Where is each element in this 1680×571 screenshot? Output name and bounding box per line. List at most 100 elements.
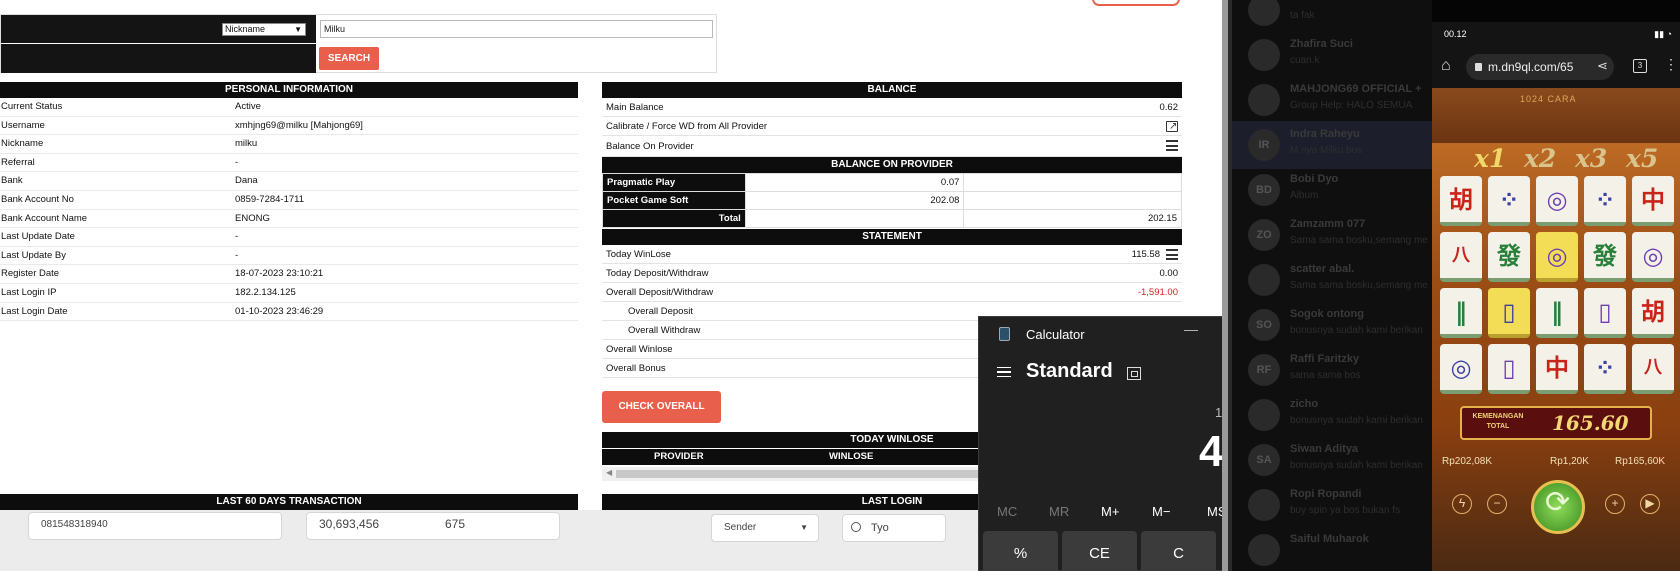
chat-list-item[interactable]: ta fak [1232,0,1432,34]
phone-screen: 00.12 ▮▮ ◔ ⌂ m.dn9ql.com/65 ⋖ 3 ⋮ 1024 C… [1432,0,1680,571]
chat-name: Indra Raheyu [1290,128,1360,140]
chat-list-item[interactable]: RF Raffi Faritzky sama sama bos [1232,346,1432,394]
memory-subtract-button[interactable]: M− [1152,504,1170,519]
tile-red-hu-icon: 胡 [1632,288,1674,338]
statement-title: STATEMENT [602,229,1182,245]
tile-circles-icon: ⁘ [1584,176,1626,226]
today-winlose-row: Today WinLose 115.58 [602,245,1182,264]
avatar: IR [1248,129,1280,161]
search-field-select[interactable]: Nickname ▼ [222,23,306,36]
minimize-icon[interactable]: — [1184,321,1198,337]
info-value: Dana [235,175,258,187]
chat-list-item[interactable]: SO Sogok ontong bonusnya sudah kami berika… [1232,301,1432,349]
chat-last-message: ta fak [1290,10,1315,21]
chat-name: Sogok ontong [1290,308,1364,320]
search-button[interactable]: SEARCH [319,47,379,70]
info-row: Bank Account Name ENONG [0,210,578,229]
tile-bamboo-icon: ‖ [1440,288,1482,338]
turbo-icon[interactable]: ϟ [1452,494,1472,514]
chat-list-item[interactable]: zicho bonusnya sudah kami berikan [1232,391,1432,439]
chat-list-item[interactable]: SA Siwan Aditya bonusnya sudah kami berika… [1232,436,1432,484]
chevron-down-icon: ▼ [294,25,302,34]
spin-button[interactable] [1531,480,1585,534]
info-row: Username xmhjng69@milku [Mahjong69] [0,117,578,136]
external-link-icon[interactable] [1166,117,1178,136]
info-value: xmhjng69@milku [Mahjong69] [235,119,363,131]
chat-last-message: bonusnya sudah kami berikan [1290,460,1423,471]
chat-list-item[interactable]: BD Bobi Dyo Album [1232,166,1432,214]
multiplier-x3: x3 [1575,144,1608,173]
list-icon[interactable] [1166,249,1178,260]
home-icon[interactable]: ⌂ [1441,57,1451,75]
plus-bet-button[interactable]: + [1605,494,1625,514]
background-search-input[interactable]: Tyo [842,514,946,542]
chat-list-item[interactable]: Saiful Muharok [1232,526,1432,571]
chat-name: Ropi Ropandi [1290,488,1362,500]
tabs-count-button[interactable]: 3 [1633,59,1647,73]
browser-url-bar[interactable]: m.dn9ql.com/65 [1466,54,1614,80]
info-label: Bank Account No [1,193,74,205]
autoplay-icon[interactable]: ▶ [1640,494,1660,514]
chevron-left-icon[interactable]: ◀ [606,468,612,477]
info-row: Last Login IP 182.2.134.125 [0,284,578,303]
overall-deposit-label: Overall Deposit [628,306,693,317]
minus-bet-button[interactable]: − [1487,494,1507,514]
calculator-icon [999,327,1010,341]
check-overall-button[interactable]: CHECK OVERALL [602,391,721,423]
chat-last-message: Group Help: HALO SEMUA [1290,100,1413,111]
chat-name: zicho [1290,398,1319,410]
table-cell [963,191,1182,210]
calculator-window: Calculator — Standard 16 4 MC MR M+ M− M… [978,316,1228,571]
share-icon[interactable]: ⋖ [1597,58,1608,74]
keep-on-top-icon[interactable] [1127,367,1141,380]
browser-toolbar: ⌂ m.dn9ql.com/65 ⋖ 3 ⋮ [1432,46,1680,88]
chat-list-item[interactable]: MAHJONG69 OFFICIAL + Group Help: HALO SEM… [1232,76,1432,124]
percent-button[interactable]: % [983,531,1058,570]
background-search-value: Tyo [871,522,889,534]
memory-recall-button[interactable]: MR [1049,504,1069,519]
overall-winlose-label: Overall Winlose [606,344,673,355]
info-value: milku [235,138,258,150]
chat-name: Zhafira Suci [1290,38,1353,50]
top-notification-badge[interactable] [1092,0,1180,6]
chat-last-message: Album [1290,190,1319,201]
today-deposit-withdraw-value: 0.00 [1159,268,1179,279]
chat-list-item[interactable]: Ropi Ropandi buy spin ya bos bukan fs [1232,481,1432,529]
total-value: 202.15 [963,209,1182,228]
lock-icon [1475,63,1482,71]
game-ways-label: 1024 CARA [1520,94,1577,104]
chat-list-item[interactable]: Zhafira Suci cuan.k [1232,31,1432,79]
balance-on-provider-row: Balance On Provider [602,136,1182,157]
sender-select[interactable]: Sender ▼ [711,514,819,542]
chat-name: Bobi Dyo [1290,173,1339,185]
provider-balance-table: Pragmatic Play 0.07 Pocket Game Soft 202… [602,173,1182,228]
chat-list-item[interactable]: scatter abal. Sama sama bosku,semang me [1232,256,1432,304]
info-value: Active [235,101,261,112]
memory-clear-button[interactable]: MC [997,504,1017,519]
total-win-plate: KEMENANGAN TOTAL 165.60 [1460,406,1652,440]
menu-icon[interactable] [997,367,1011,377]
chat-list-pane: ta fak Zhafira Suci cuan.k MAHJONG69 OFFICI… [1222,0,1432,571]
search-label-cell-2 [1,44,316,73]
chat-last-message: bonusnya sudah kami berikan [1290,325,1423,336]
info-row: Current Status Active [0,98,578,117]
phone-field[interactable]: 081548318940 [28,512,282,540]
info-row: Bank Dana [0,172,578,191]
list-icon[interactable] [1166,140,1178,151]
more-options-icon[interactable]: ⋮ [1664,56,1678,73]
game-header: 1024 CARA [1432,88,1680,143]
chat-list-item[interactable]: IR Indra Raheyu M nya Milku bos [1232,121,1432,169]
chevron-down-icon: ▼ [800,523,808,532]
avatar: SA [1248,444,1280,476]
info-label: Last Login Date [1,305,68,317]
member-search-bar: Nickname ▼ Milku SEARCH [0,14,717,73]
chat-list-item[interactable]: ZO Zamzamm 077 Sama sama bosku,semang me [1232,211,1432,259]
clear-entry-button[interactable]: CE [1062,531,1137,570]
search-input[interactable]: Milku [320,20,713,38]
clear-button[interactable]: C [1141,531,1216,570]
info-label: Bank Account Name [1,212,88,224]
balance-title: BALANCE [602,82,1182,98]
amount-field[interactable]: 30,693,456 675 [306,512,560,540]
memory-add-button[interactable]: M+ [1101,504,1119,519]
info-label: Username [1,119,45,131]
